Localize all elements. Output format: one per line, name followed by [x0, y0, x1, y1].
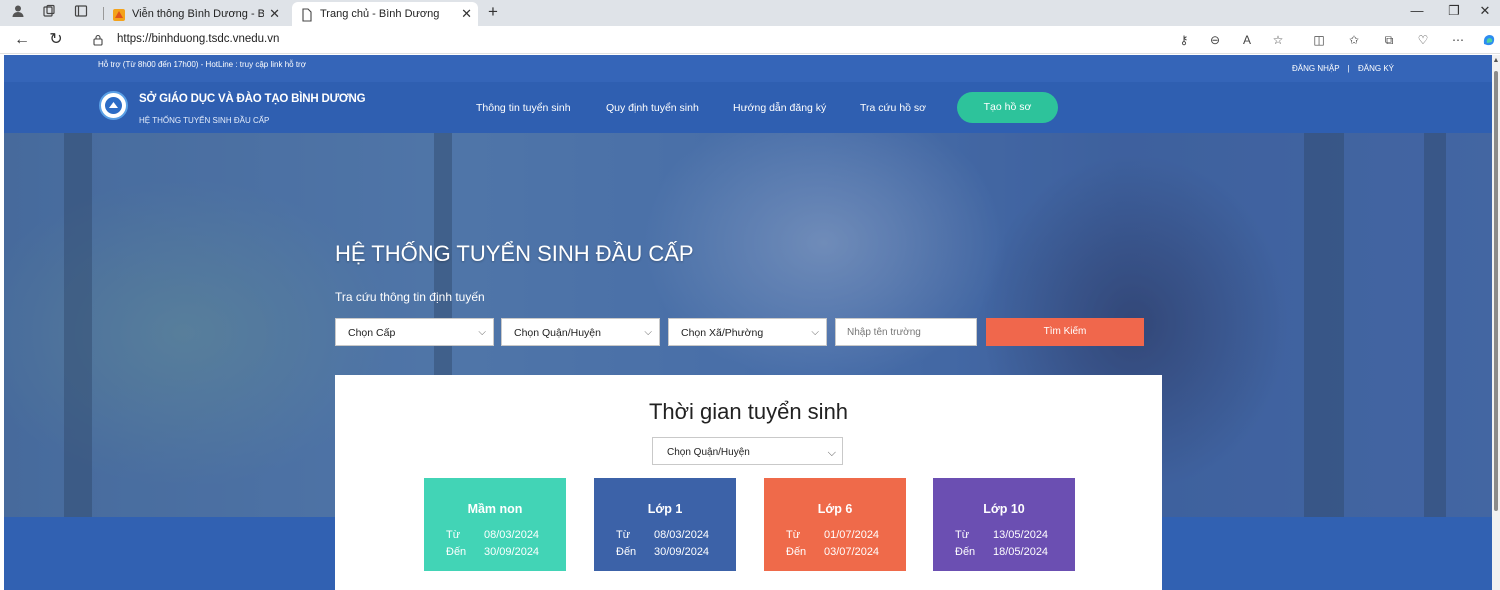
new-tab-icon[interactable]: + [488, 2, 498, 22]
web-page: Hỗ trợ (Từ 8h00 đến 17h00) - HotLine : t… [4, 55, 1492, 590]
site-header: SỞ GIÁO DỤC VÀ ĐÀO TẠO BÌNH DƯƠNG HỆ THỐ… [4, 82, 1492, 133]
level-card-lop-1[interactable]: Lớp 1 Từ 08/03/2024 Đến 30/09/2024 [594, 478, 736, 571]
support-hotline[interactable]: Hỗ trợ (Từ 8h00 đến 17h00) - HotLine : t… [98, 59, 318, 70]
auth-separator: | [1347, 64, 1350, 73]
profile-icon[interactable] [9, 4, 27, 22]
tab-title: Trang chủ - Bình Dương [320, 8, 440, 20]
level-card-lop-6[interactable]: Lớp 6 Từ 01/07/2024 Đến 03/07/2024 [764, 478, 906, 571]
from-date: 08/03/2024 [484, 529, 540, 541]
from-label: Từ [955, 529, 970, 541]
browser-tab-strip: Viễn thông Bình Dương - Bình Dương ✕ Tra… [0, 0, 1500, 26]
district-select-value: Chọn Quận/Huyện [514, 327, 601, 339]
nav-tra-cuu-ho-so[interactable]: Tra cứu hồ sơ [860, 102, 926, 114]
refresh-icon[interactable]: ↻ [45, 30, 67, 50]
from-label: Từ [446, 529, 461, 541]
site-title[interactable]: SỞ GIÁO DỤC VÀ ĐÀO TẠO BÌNH DƯƠNG [139, 93, 366, 105]
tab-vien-thong[interactable]: Viễn thông Bình Dương - Bình Dương ✕ [104, 2, 286, 26]
minimize-icon[interactable]: — [1402, 3, 1432, 18]
from-date: 01/07/2024 [824, 529, 880, 541]
to-date: 30/09/2024 [484, 546, 540, 558]
ward-select-value: Chọn Xã/Phường [681, 327, 764, 339]
nav-quy-dinh-tuyen-sinh[interactable]: Quy định tuyển sinh [606, 102, 699, 114]
schedule-district-value: Chọn Quận/Huyện [667, 447, 750, 458]
schedule-title: Thời gian tuyển sinh [648, 399, 849, 424]
level-name: Lớp 10 [983, 502, 1025, 516]
from-label: Từ [616, 529, 631, 541]
chevron-down-icon: ⌵ [644, 327, 652, 338]
close-window-icon[interactable]: ✕ [1470, 3, 1500, 19]
from-date: 13/05/2024 [993, 529, 1049, 541]
read-aloud-icon[interactable]: A [1239, 32, 1255, 48]
back-arrow-icon[interactable]: ← [11, 30, 33, 50]
login-link[interactable]: ĐĂNG NHẬP [1292, 64, 1339, 73]
site-subtitle: HỆ THỐNG TUYỂN SINH ĐẦU CẤP [139, 116, 270, 125]
ward-select[interactable]: Chọn Xã/Phường ⌵ [668, 318, 827, 346]
district-select[interactable]: Chọn Quận/Huyện ⌵ [501, 318, 660, 346]
close-tab-icon[interactable]: ✕ [461, 2, 472, 26]
copilot-icon[interactable] [1481, 32, 1497, 48]
collections-icon[interactable]: ⧉ [1381, 32, 1397, 48]
to-label: Đến [786, 546, 807, 558]
level-name: Mầm non [467, 502, 523, 516]
restore-icon[interactable]: ❐ [1439, 3, 1469, 19]
lock-icon[interactable] [92, 33, 104, 46]
to-label: Đến [616, 546, 637, 558]
level-select[interactable]: Chọn Cấp ⌵ [335, 318, 494, 346]
split-screen-icon[interactable]: ◫ [1311, 32, 1327, 48]
tab-title: Viễn thông Bình Dương - Bình Dương [132, 8, 264, 20]
tab-actions-icon[interactable] [72, 4, 90, 22]
search-button[interactable]: Tìm Kiếm [986, 318, 1144, 346]
chevron-down-icon: ⌵ [827, 447, 836, 459]
department-logo[interactable] [99, 91, 128, 120]
close-tab-icon[interactable]: ✕ [269, 2, 280, 26]
register-link[interactable]: ĐĂNG KÝ [1358, 64, 1394, 73]
auth-links: ĐĂNG NHẬP | ĐĂNG KÝ [1292, 64, 1394, 73]
hero-title: HỆ THỐNG TUYỂN SINH ĐẦU CẤP [335, 241, 694, 266]
address-bar: ← ↻ https://binhduong.tsdc.vnedu.vn ⚷ ⊖ … [0, 26, 1500, 54]
nav-thong-tin-tuyen-sinh[interactable]: Thông tin tuyển sinh [476, 102, 571, 114]
to-date: 03/07/2024 [824, 546, 880, 558]
more-menu-icon[interactable]: ⋯ [1450, 32, 1466, 48]
to-date: 30/09/2024 [654, 546, 710, 558]
to-date: 18/05/2024 [993, 546, 1049, 558]
nav-huong-dan-dang-ky[interactable]: Hướng dẫn đăng ký [733, 102, 826, 114]
from-date: 08/03/2024 [654, 529, 710, 541]
tab-trang-chu[interactable]: Trang chủ - Bình Dương ✕ [292, 2, 478, 26]
from-label: Từ [786, 529, 801, 541]
vnpt-favicon-icon [112, 7, 126, 21]
workspaces-icon[interactable] [40, 4, 58, 22]
level-card-mam-non[interactable]: Mầm non Từ 08/03/2024 Đến 30/09/2024 [424, 478, 566, 571]
page-scrollbar[interactable]: ▲ [1492, 55, 1500, 590]
favorite-star-icon[interactable]: ☆ [1270, 32, 1286, 48]
admission-schedule-card: Thời gian tuyển sinh Chọn Quận/Huyện ⌵ M… [335, 375, 1162, 590]
level-name: Lớp 1 [647, 502, 683, 516]
key-icon[interactable]: ⚷ [1176, 32, 1192, 48]
chevron-down-icon: ⌵ [811, 327, 819, 338]
chevron-down-icon: ⌵ [478, 327, 486, 338]
level-card-lop-10[interactable]: Lớp 10 Từ 13/05/2024 Đến 18/05/2024 [933, 478, 1075, 571]
to-label: Đến [446, 546, 467, 558]
school-name-input[interactable]: Nhập tên trường [835, 318, 977, 346]
level-name: Lớp 6 [817, 502, 853, 516]
url-field[interactable]: https://binhduong.tsdc.vnedu.vn [117, 33, 279, 45]
schedule-district-select[interactable]: Chọn Quận/Huyện ⌵ [652, 437, 843, 465]
browser-essentials-icon[interactable]: ♡ [1415, 32, 1431, 48]
scroll-up-icon[interactable]: ▲ [1492, 57, 1500, 64]
zoom-icon[interactable]: ⊖ [1207, 32, 1223, 48]
to-label: Đến [955, 546, 976, 558]
top-info-strip: Hỗ trợ (Từ 8h00 đến 17h00) - HotLine : t… [4, 55, 1492, 82]
create-profile-button[interactable]: Tạo hồ sơ [957, 92, 1058, 123]
hero-subtitle: Tra cứu thông tin định tuyến [335, 290, 485, 304]
favorites-list-icon[interactable]: ✩ [1346, 32, 1362, 48]
page-favicon-icon [300, 7, 314, 22]
scrollbar-thumb[interactable] [1494, 71, 1498, 511]
level-select-value: Chọn Cấp [348, 327, 396, 339]
